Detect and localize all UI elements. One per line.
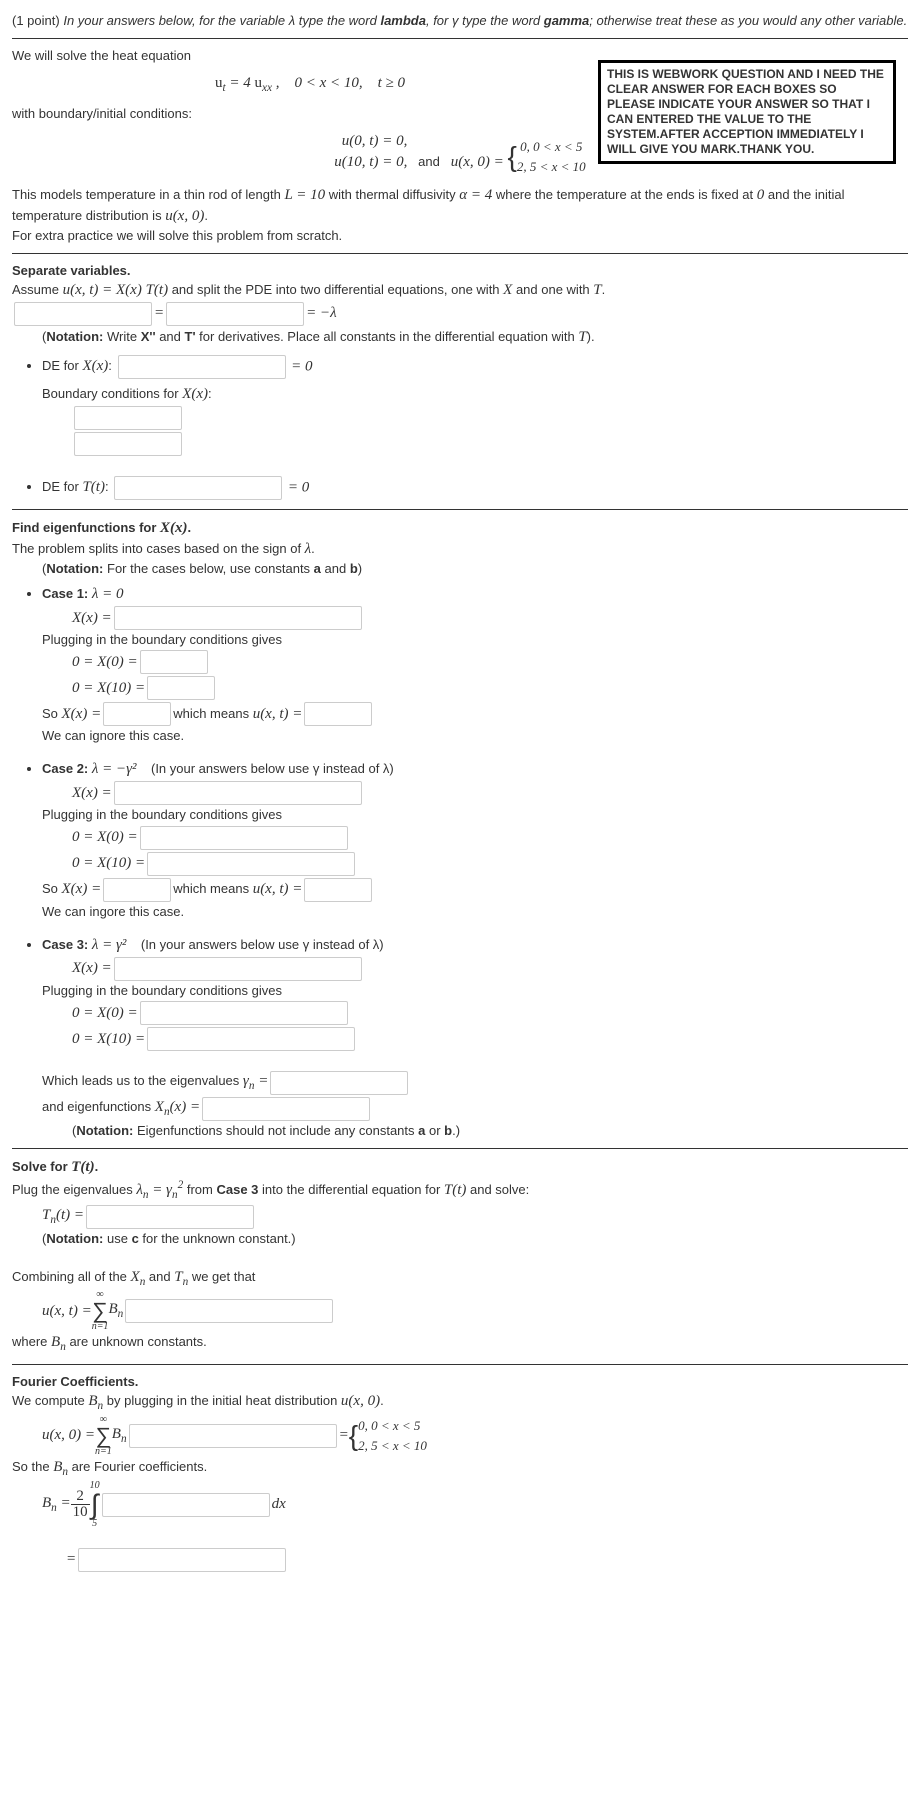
c1-X10-input[interactable] <box>147 676 215 700</box>
solveT-note: (Notation: use c for the unknown constan… <box>42 1230 908 1248</box>
de-x-label: DE for X(x): <box>42 358 112 373</box>
de-x-item: DE for X(x): = 0 Boundary conditions for… <box>42 354 908 457</box>
fourier-ux0: u(x, 0) = ∞∑n=1 Bn = { 0, 0 < x < 5 2, 5… <box>42 1415 908 1457</box>
where-Bn: where Bn are unknown constants. <box>12 1332 908 1356</box>
c1-uxt-input[interactable] <box>304 702 372 726</box>
c3-X10-input[interactable] <box>147 1027 355 1051</box>
c3-gamman-input[interactable] <box>270 1071 408 1095</box>
de-t-item: DE for T(t): = 0 <box>42 475 908 501</box>
points-header: (1 point) In your answers below, for the… <box>12 12 908 30</box>
combine-text: Combining all of the Xn and Tn we get th… <box>12 1267 908 1291</box>
c2-X0-input[interactable] <box>140 826 348 850</box>
fourier-term-input[interactable] <box>129 1424 337 1448</box>
eigen-title: Find eigenfunctions for X(x). <box>12 518 908 539</box>
Bn-result: = <box>66 1547 908 1573</box>
c2-X10-input[interactable] <box>147 852 355 876</box>
sep-note: (Notation: Write X'' and T' for derivati… <box>42 327 908 348</box>
c3-X0-input[interactable] <box>140 1001 348 1025</box>
sep-mid-input[interactable] <box>166 302 304 326</box>
c3-Xx-input[interactable] <box>114 957 362 981</box>
fourier-lead: We compute Bn by plugging in the initial… <box>12 1391 908 1415</box>
Tn-input[interactable] <box>86 1205 254 1229</box>
c3-Xn-input[interactable] <box>202 1097 370 1121</box>
fourier-title: Fourier Coefficients. <box>12 1373 908 1391</box>
c1-X0-input[interactable] <box>140 650 208 674</box>
sep-lhs-input[interactable] <box>14 302 152 326</box>
case2: Case 2: λ = −γ² (In your answers below u… <box>42 759 908 920</box>
eigen-note: (Notation: For the cases below, use cons… <box>42 560 908 578</box>
sep-eq-row: = = −λ <box>12 301 908 327</box>
bc-x-input-1[interactable] <box>74 406 182 430</box>
de-x-input[interactable] <box>118 355 286 379</box>
model-description: This models temperature in a thin rod of… <box>12 185 908 227</box>
c1-soXx-input[interactable] <box>103 702 171 726</box>
separate-title: Separate variables. <box>12 262 908 280</box>
Bn-integrand-input[interactable] <box>102 1493 270 1517</box>
bc-x-label: Boundary conditions for X(x): <box>42 384 908 405</box>
eigen-lead: The problem splits into cases based on t… <box>12 539 908 560</box>
c2-uxt-input[interactable] <box>304 878 372 902</box>
uxt-sum: u(x, t) = ∞∑n=1 Bn <box>42 1290 908 1332</box>
user-note-box: THIS IS WEBWORK QUESTION AND I NEED THE … <box>598 60 896 164</box>
solveT-lead: Plug the eigenvalues λn = γn2 from Case … <box>12 1178 908 1204</box>
so-fourier: So the Bn are Fourier coefficients. <box>12 1457 908 1481</box>
c1-Xx-input[interactable] <box>114 606 362 630</box>
c2-soXx-input[interactable] <box>103 878 171 902</box>
extra-practice: For extra practice we will solve this pr… <box>12 227 908 245</box>
de-t-input[interactable] <box>114 476 282 500</box>
eigen-note2: (Notation: Eigenfunctions should not inc… <box>72 1122 908 1140</box>
separate-assume: Assume u(x, t) = X(x) T(t) and split the… <box>12 280 908 301</box>
bc-x-input-2[interactable] <box>74 432 182 456</box>
c2-Xx-input[interactable] <box>114 781 362 805</box>
Bn-integral: Bn = 210 10∫5 dx <box>42 1481 908 1529</box>
points: (1 point) <box>12 13 60 28</box>
case1: Case 1: λ = 0 X(x) = Plugging in the bou… <box>42 584 908 745</box>
Bn-result-input[interactable] <box>78 1548 286 1572</box>
solveT-title: Solve for T(t). <box>12 1157 908 1178</box>
de-t-label: DE for T(t): <box>42 479 109 494</box>
case3: Case 3: λ = γ² (In your answers below us… <box>42 935 908 1141</box>
uxt-term-input[interactable] <box>125 1299 333 1323</box>
